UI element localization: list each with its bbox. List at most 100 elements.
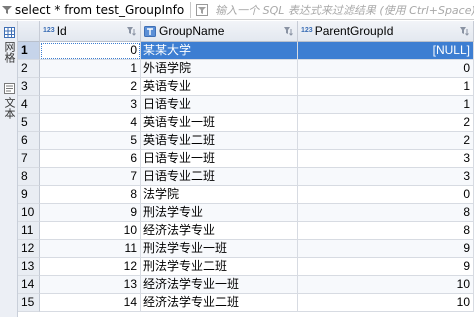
table-row[interactable]: 7 6 日语专业一班 3 xyxy=(18,150,474,168)
column-label-groupname: GroupName xyxy=(159,24,225,38)
row-number-cell[interactable]: 1 xyxy=(18,42,40,60)
cell-id[interactable]: 6 xyxy=(40,150,141,168)
cell-groupname[interactable]: 刑法学专业二班 xyxy=(141,258,298,276)
row-number-cell[interactable]: 13 xyxy=(18,258,40,276)
tab-grid-label: 网格 xyxy=(3,41,15,63)
cell-groupname[interactable]: 刑法学专业 xyxy=(141,204,298,222)
cell-id[interactable]: 7 xyxy=(40,168,141,186)
row-number-cell[interactable]: 14 xyxy=(18,276,40,294)
filter-icon[interactable] xyxy=(0,0,14,20)
sort-filter-icon[interactable] xyxy=(459,26,469,36)
cell-id[interactable]: 11 xyxy=(40,240,141,258)
cell-id[interactable]: 1 xyxy=(40,60,141,78)
cell-groupname[interactable]: 刑法学专业一班 xyxy=(141,240,298,258)
row-number-cell[interactable]: 2 xyxy=(18,60,40,78)
tab-text[interactable]: 文本 xyxy=(0,83,18,119)
column-header-parentgroupid[interactable]: 123 ParentGroupId xyxy=(298,21,474,42)
row-number-cell[interactable]: 6 xyxy=(18,132,40,150)
cell-parentgroupid[interactable]: 2 xyxy=(298,114,474,132)
cell-groupname[interactable]: 英语专业二班 xyxy=(141,132,298,150)
sort-filter-icon[interactable] xyxy=(126,26,136,36)
cell-groupname[interactable]: 日语专业二班 xyxy=(141,168,298,186)
cell-id[interactable]: 14 xyxy=(40,294,141,312)
table-row[interactable]: 2 1 外语学院 0 xyxy=(18,60,474,78)
table-row[interactable]: 9 8 法学院 0 xyxy=(18,186,474,204)
numeric-icon: 123 xyxy=(301,27,313,34)
cell-groupname[interactable]: 英语专业 xyxy=(141,78,298,96)
cell-id[interactable]: 13 xyxy=(40,276,141,294)
cell-groupname[interactable]: 日语专业一班 xyxy=(141,150,298,168)
cell-id[interactable]: 5 xyxy=(40,132,141,150)
table-row[interactable]: 5 4 英语专业一班 2 xyxy=(18,114,474,132)
results-grid: 123 Id GroupName 123 ParentGroupId 1 0 某某大… xyxy=(18,21,474,317)
cell-parentgroupid[interactable]: 10 xyxy=(298,294,474,312)
filter-input[interactable]: 输入一个 SQL 表达式来过滤结果 (使用 Ctrl+Space) xyxy=(215,2,474,18)
table-row[interactable]: 11 10 经济法学专业 8 xyxy=(18,222,474,240)
cell-id[interactable]: 3 xyxy=(40,96,141,114)
row-number-header[interactable] xyxy=(18,21,40,42)
table-row[interactable]: 4 3 日语专业 1 xyxy=(18,96,474,114)
text-icon xyxy=(3,83,15,94)
cell-groupname[interactable]: 英语专业一班 xyxy=(141,114,298,132)
cell-parentgroupid[interactable]: 9 xyxy=(298,258,474,276)
cell-id[interactable]: 0 xyxy=(40,42,141,60)
row-number-cell[interactable]: 7 xyxy=(18,150,40,168)
row-number-cell[interactable]: 9 xyxy=(18,186,40,204)
table-row[interactable]: 3 2 英语专业 1 xyxy=(18,78,474,96)
cell-groupname[interactable]: 经济法学专业一班 xyxy=(141,276,298,294)
cell-parentgroupid[interactable]: 10 xyxy=(298,276,474,294)
filter-divider xyxy=(190,1,192,18)
row-number-cell[interactable]: 10 xyxy=(18,204,40,222)
row-number-cell[interactable]: 15 xyxy=(18,294,40,312)
cell-parentgroupid[interactable]: 3 xyxy=(298,150,474,168)
cell-id[interactable]: 8 xyxy=(40,186,141,204)
cell-parentgroupid[interactable]: 0 xyxy=(298,60,474,78)
cell-groupname[interactable]: 某某大学 xyxy=(141,42,298,60)
cell-id[interactable]: 4 xyxy=(40,114,141,132)
cell-id[interactable]: 12 xyxy=(40,258,141,276)
cell-parentgroupid[interactable]: 2 xyxy=(298,132,474,150)
table-row[interactable]: 14 13 经济法学专业一班 10 xyxy=(18,276,474,294)
column-label-id: Id xyxy=(56,24,67,38)
column-label-parentgroupid: ParentGroupId xyxy=(314,24,394,38)
table-row[interactable]: 8 7 日语专业二班 3 xyxy=(18,168,474,186)
column-header-id[interactable]: 123 Id xyxy=(40,21,141,42)
numeric-icon: 123 xyxy=(43,27,55,34)
row-number-cell[interactable]: 8 xyxy=(18,168,40,186)
column-header-groupname[interactable]: GroupName xyxy=(141,21,298,42)
filter-expression-icon[interactable] xyxy=(195,3,209,17)
sql-query-text: select * from test_GroupInfo xyxy=(14,2,185,17)
cell-parentgroupid[interactable]: 0 xyxy=(298,186,474,204)
table-row[interactable]: 1 0 某某大学 [NULL] xyxy=(18,42,474,60)
row-number-cell[interactable]: 3 xyxy=(18,78,40,96)
cell-groupname[interactable]: 日语专业 xyxy=(141,96,298,114)
cell-parentgroupid[interactable]: 3 xyxy=(298,168,474,186)
cell-parentgroupid[interactable]: [NULL] xyxy=(298,42,474,60)
cell-id[interactable]: 2 xyxy=(40,78,141,96)
row-number-cell[interactable]: 5 xyxy=(18,114,40,132)
table-row[interactable]: 12 11 刑法学专业一班 9 xyxy=(18,240,474,258)
cell-parentgroupid[interactable]: 1 xyxy=(298,96,474,114)
cell-id[interactable]: 10 xyxy=(40,222,141,240)
view-mode-toolbar: 网格 文本 xyxy=(0,21,18,317)
filter-bar: select * from test_GroupInfo 输入一个 SQL 表达… xyxy=(0,0,474,20)
cell-groupname[interactable]: 经济法学专业二班 xyxy=(141,294,298,312)
row-number-cell[interactable]: 11 xyxy=(18,222,40,240)
table-row[interactable]: 15 14 经济法学专业二班 10 xyxy=(18,294,474,312)
cell-groupname[interactable]: 经济法学专业 xyxy=(141,222,298,240)
cell-parentgroupid[interactable]: 8 xyxy=(298,222,474,240)
tab-grid[interactable]: 网格 xyxy=(0,27,18,63)
sort-filter-icon[interactable] xyxy=(283,26,293,36)
cell-parentgroupid[interactable]: 1 xyxy=(298,78,474,96)
cell-parentgroupid[interactable]: 8 xyxy=(298,204,474,222)
cell-parentgroupid[interactable]: 9 xyxy=(298,240,474,258)
table-row[interactable]: 13 12 刑法学专业二班 9 xyxy=(18,258,474,276)
cell-id[interactable]: 9 xyxy=(40,204,141,222)
cell-groupname[interactable]: 外语学院 xyxy=(141,60,298,78)
row-number-cell[interactable]: 12 xyxy=(18,240,40,258)
table-row[interactable]: 6 5 英语专业二班 2 xyxy=(18,132,474,150)
row-number-cell[interactable]: 4 xyxy=(18,96,40,114)
text-column-icon xyxy=(144,25,156,37)
table-row[interactable]: 10 9 刑法学专业 8 xyxy=(18,204,474,222)
cell-groupname[interactable]: 法学院 xyxy=(141,186,298,204)
